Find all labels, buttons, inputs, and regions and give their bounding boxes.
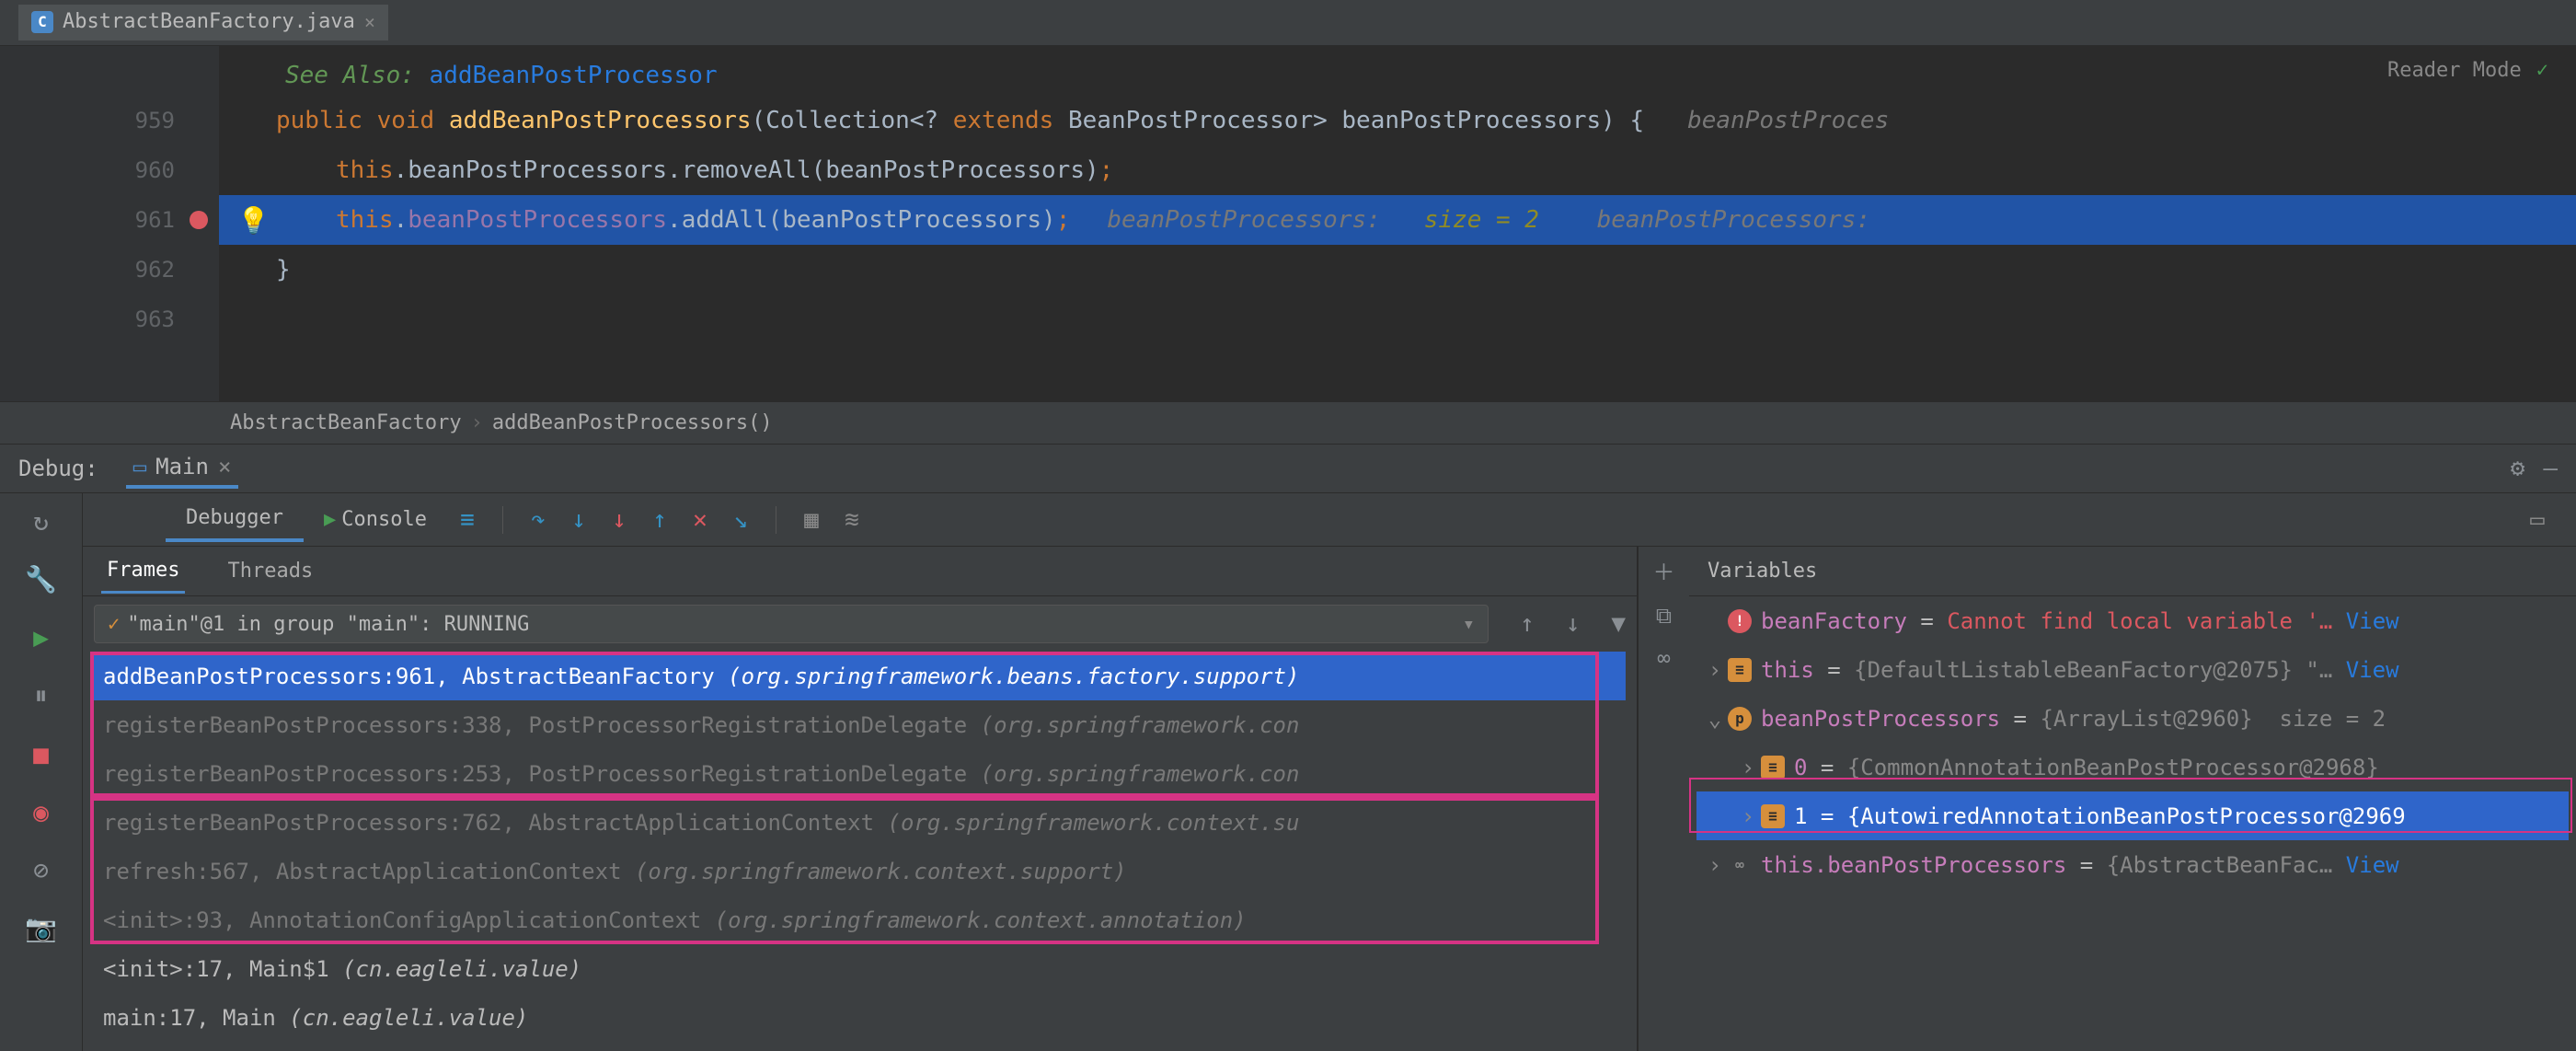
camera-icon[interactable]: 📷 bbox=[25, 913, 57, 943]
play-icon: ▶ bbox=[324, 508, 336, 531]
view-link[interactable]: View bbox=[2346, 657, 2399, 683]
tab-threads[interactable]: Threads bbox=[222, 550, 318, 592]
copy-icon[interactable]: ⧉ bbox=[1656, 603, 1672, 629]
chevron-right-icon: › bbox=[471, 411, 483, 434]
code-line[interactable]: See Also: addBeanPostProcessor bbox=[219, 55, 2576, 96]
close-icon[interactable]: × bbox=[218, 454, 231, 479]
breakpoint-line[interactable]: 961 bbox=[0, 195, 219, 245]
breakpoints-icon[interactable]: ◉ bbox=[33, 797, 49, 827]
stack-frame[interactable]: addBeanPostProcessors:961, AbstractBeanF… bbox=[94, 652, 1626, 700]
debug-panel: Debug: ▭ Main × ⚙ — ↻ 🔧 ▶ ⏸ ■ ◉ ⊘ 📷 Debu… bbox=[0, 444, 2576, 1051]
code-line-current[interactable]: 💡this.beanPostProcessors.addAll(beanPost… bbox=[219, 195, 2576, 245]
breadcrumb-class[interactable]: AbstractBeanFactory bbox=[230, 411, 462, 434]
variables-pane: Variables !beanFactory = Cannot find loc… bbox=[1689, 547, 2576, 1051]
code-line[interactable] bbox=[219, 295, 2576, 331]
variable-row[interactable]: ⌄pbeanPostProcessors = {ArrayList@2960} … bbox=[1696, 694, 2569, 743]
next-frame-icon[interactable]: ↓ bbox=[1566, 610, 1581, 638]
stack-frame[interactable]: main:17, Main (cn.eagleli.value) bbox=[94, 993, 1626, 1042]
frames-pane: Frames Threads ✓ "main"@1 in group "main… bbox=[83, 547, 1638, 1051]
intention-bulb-icon[interactable]: 💡 bbox=[237, 205, 270, 236]
code-line[interactable]: public void addBeanPostProcessors(Collec… bbox=[219, 96, 2576, 145]
line-number[interactable]: 962 bbox=[0, 245, 219, 295]
close-icon[interactable]: × bbox=[364, 11, 375, 33]
evaluate-icon[interactable]: ▦ bbox=[791, 506, 832, 534]
tab-debugger[interactable]: Debugger bbox=[166, 497, 304, 542]
frames-tool-column: ＋ ⧉ ∞ bbox=[1638, 547, 1689, 1051]
breadcrumb-method[interactable]: addBeanPostProcessors() bbox=[492, 411, 773, 434]
code-line[interactable]: this.beanPostProcessors.removeAll(beanPo… bbox=[219, 145, 2576, 195]
step-out-icon[interactable]: ↑ bbox=[639, 506, 680, 534]
resume-icon[interactable]: ▶ bbox=[33, 622, 49, 653]
drop-frame-icon[interactable]: ✕ bbox=[680, 506, 720, 534]
add-icon[interactable]: ＋ bbox=[1653, 554, 1675, 586]
line-number[interactable]: 963 bbox=[0, 295, 219, 344]
line-number[interactable]: 960 bbox=[0, 145, 219, 195]
file-tab-bar: C AbstractBeanFactory.java × bbox=[0, 0, 2576, 46]
gutter: 959 960 961 962 963 bbox=[0, 46, 219, 401]
code-line[interactable]: } bbox=[219, 245, 2576, 295]
variable-row[interactable]: ›≡0 = {CommonAnnotationBeanPostProcessor… bbox=[1696, 743, 2569, 791]
debug-header: Debug: ▭ Main × ⚙ — bbox=[0, 444, 2576, 493]
tab-console[interactable]: ▶Console bbox=[304, 499, 447, 540]
line-number[interactable]: 959 bbox=[0, 96, 219, 145]
tab-frames[interactable]: Frames bbox=[101, 549, 185, 594]
variable-row[interactable]: ›≡this = {DefaultListableBeanFactory@207… bbox=[1696, 645, 2569, 694]
variables-list[interactable]: !beanFactory = Cannot find local variabl… bbox=[1689, 596, 2576, 1051]
step-into-icon[interactable]: ↓ bbox=[558, 506, 599, 534]
debug-toolbar: Debugger ▶Console ≡ ↷ ↓ ↓ ↑ ✕ ↘ ▦ ≋ ▭ bbox=[83, 493, 2576, 547]
stack-frame[interactable]: <init>:17, Main$1 (cn.eagleli.value) bbox=[94, 944, 1626, 993]
view-link[interactable]: View bbox=[2346, 852, 2399, 878]
gear-icon[interactable]: ⚙ bbox=[2511, 455, 2525, 482]
breadcrumb[interactable]: AbstractBeanFactory › addBeanPostProcess… bbox=[0, 401, 2576, 444]
stack-frame[interactable]: registerBeanPostProcessors:762, Abstract… bbox=[94, 798, 1626, 847]
debug-title: Debug: bbox=[18, 456, 98, 481]
glasses-icon[interactable]: ∞ bbox=[1657, 645, 1670, 671]
force-step-into-icon[interactable]: ↓ bbox=[599, 506, 639, 534]
filter-icon[interactable]: ▼ bbox=[1611, 610, 1626, 638]
file-tab-label: AbstractBeanFactory.java bbox=[63, 10, 355, 33]
pause-icon[interactable]: ⏸ bbox=[34, 680, 47, 711]
prev-frame-icon[interactable]: ↑ bbox=[1520, 610, 1535, 638]
stop-icon[interactable]: ■ bbox=[33, 739, 49, 769]
editor: 959 960 961 962 963 Reader Mode ✓ See Al… bbox=[0, 46, 2576, 401]
layout-icon[interactable]: ≡ bbox=[447, 506, 488, 534]
run-to-cursor-icon[interactable]: ↘ bbox=[720, 506, 761, 534]
trace-icon[interactable]: ≋ bbox=[832, 506, 872, 534]
stack-frame[interactable]: refresh:567, AbstractApplicationContext … bbox=[94, 847, 1626, 895]
mute-breakpoints-icon[interactable]: ⊘ bbox=[33, 855, 49, 885]
application-icon: ▭ bbox=[133, 454, 146, 479]
wrench-icon[interactable]: 🔧 bbox=[25, 564, 57, 595]
thread-selector[interactable]: ✓ "main"@1 in group "main": RUNNING ▾ bbox=[94, 605, 1489, 643]
stack-frame[interactable]: <init>:93, AnnotationConfigApplicationCo… bbox=[94, 895, 1626, 944]
variable-row[interactable]: !beanFactory = Cannot find local variabl… bbox=[1696, 596, 2569, 645]
stack-frame[interactable]: registerBeanPostProcessors:338, PostProc… bbox=[94, 700, 1626, 749]
file-tab[interactable]: C AbstractBeanFactory.java × bbox=[18, 5, 388, 40]
debug-sidebar: ↻ 🔧 ▶ ⏸ ■ ◉ ⊘ 📷 bbox=[0, 493, 83, 1051]
variable-row[interactable]: ›≡1 = {AutowiredAnnotationBeanPostProces… bbox=[1696, 791, 2569, 840]
check-icon: ✓ bbox=[108, 613, 120, 636]
layout-settings-icon[interactable]: ▭ bbox=[2517, 506, 2558, 534]
chevron-down-icon: ▾ bbox=[1463, 613, 1475, 636]
step-over-icon[interactable]: ↷ bbox=[518, 506, 558, 534]
reader-mode-toggle[interactable]: Reader Mode ✓ bbox=[2387, 59, 2548, 82]
run-config-tab[interactable]: ▭ Main × bbox=[126, 448, 239, 489]
view-link[interactable]: View bbox=[2346, 608, 2399, 634]
code-pane[interactable]: Reader Mode ✓ See Also: addBeanPostProce… bbox=[219, 46, 2576, 401]
run-config-name: Main bbox=[155, 454, 209, 479]
class-icon: C bbox=[31, 11, 53, 33]
variable-row[interactable]: ›∞this.beanPostProcessors = {AbstractBea… bbox=[1696, 840, 2569, 889]
frames-list[interactable]: addBeanPostProcessors:961, AbstractBeanF… bbox=[83, 652, 1637, 1051]
check-icon: ✓ bbox=[2536, 59, 2548, 82]
stack-frame[interactable]: registerBeanPostProcessors:253, PostProc… bbox=[94, 749, 1626, 798]
rerun-icon[interactable]: ↻ bbox=[33, 506, 49, 537]
minimize-icon[interactable]: — bbox=[2543, 455, 2558, 482]
tab-variables[interactable]: Variables bbox=[1702, 550, 1823, 592]
